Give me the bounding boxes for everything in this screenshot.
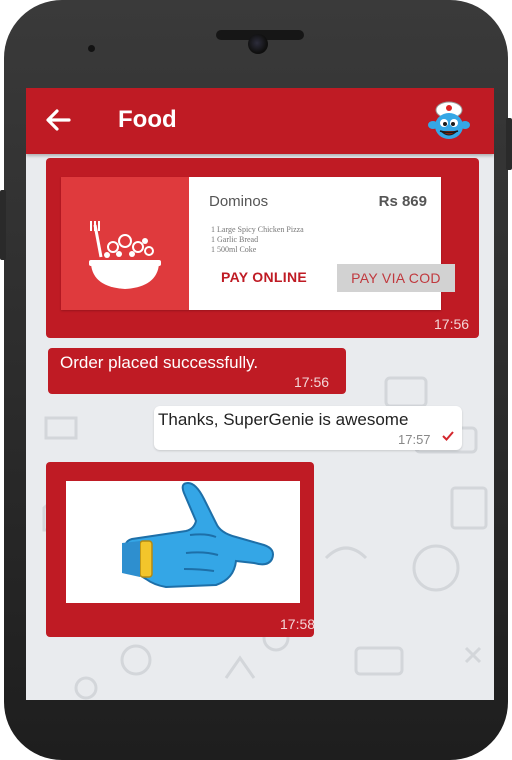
check-icon — [442, 431, 454, 441]
pay-online-button[interactable]: PAY ONLINE — [221, 269, 307, 285]
phone-frame: Food Dominos Rs 869 1 Large Spicy Chicke… — [0, 0, 512, 760]
message-time: 17:58 — [280, 616, 316, 632]
order-item: 1 500ml Coke — [211, 245, 257, 254]
outgoing-text: Thanks, SuperGenie is awesome — [158, 410, 409, 429]
food-bowl-icon — [89, 221, 161, 289]
power-button — [506, 118, 512, 170]
message-time: 17:56 — [434, 316, 470, 332]
pointing-hand-sticker-icon — [122, 481, 274, 589]
order-item: 1 Large Spicy Chicken Pizza — [211, 225, 304, 234]
sticker-message-bubble: 17:58 — [46, 462, 316, 637]
message-time: 17:57 — [398, 432, 431, 447]
page-title: Food — [118, 106, 177, 133]
volume-button — [0, 190, 6, 260]
confirmation-text: Order placed successfully. — [60, 353, 259, 372]
confirmation-message-bubble: Order placed successfully. 17:56 — [48, 348, 346, 394]
outgoing-message-bubble: Thanks, SuperGenie is awesome 17:57 — [154, 406, 462, 450]
order-card[interactable]: Dominos Rs 869 1 Large Spicy Chicken Piz… — [61, 177, 455, 310]
app-bar: Food — [26, 88, 494, 154]
order-price: Rs 869 — [378, 193, 427, 210]
message-time: 17:56 — [294, 374, 330, 390]
arrow-left-icon — [46, 109, 71, 131]
sticker-image[interactable] — [66, 481, 300, 603]
proximity-sensor — [88, 45, 95, 52]
chat-screen: Food Dominos Rs 869 1 Large Spicy Chicke… — [26, 88, 494, 700]
back-button[interactable] — [42, 104, 74, 136]
order-items: 1 Large Spicy Chicken Pizza 1 Garlic Bre… — [211, 225, 304, 255]
genie-avatar-icon[interactable] — [426, 98, 472, 144]
restaurant-name: Dominos — [209, 193, 269, 210]
order-item: 1 Garlic Bread — [211, 235, 259, 244]
front-camera — [248, 34, 268, 54]
pay-via-cod-button[interactable]: PAY VIA COD — [337, 264, 455, 292]
food-image — [61, 177, 189, 310]
order-message-bubble: Dominos Rs 869 1 Large Spicy Chicken Piz… — [46, 158, 479, 338]
